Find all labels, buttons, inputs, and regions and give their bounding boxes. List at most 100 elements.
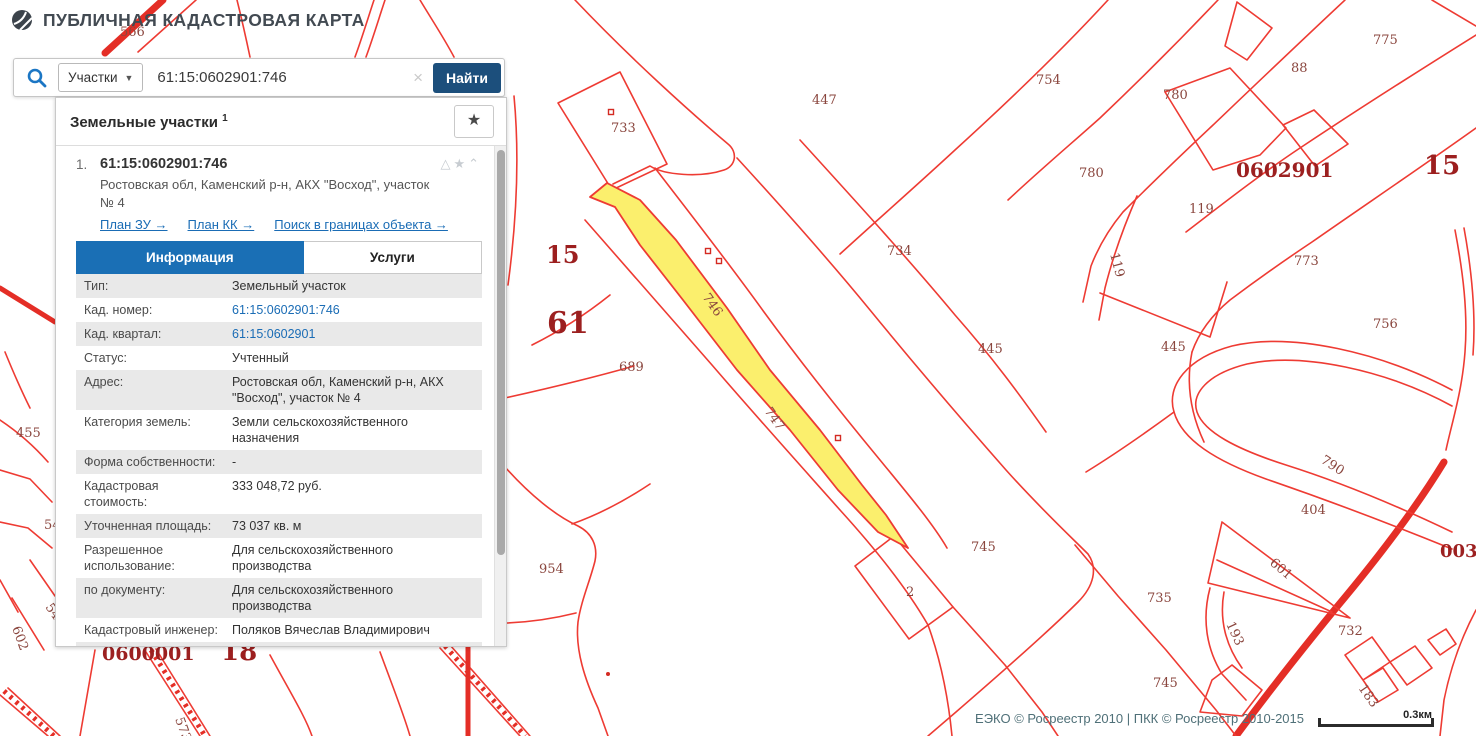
map-label: 0602901 (1236, 158, 1333, 182)
map-label: 732 (1338, 624, 1363, 639)
star-icon: ★ (467, 112, 481, 129)
info-row-value: Учтенный (232, 350, 474, 366)
info-row-label: Разрешенное использование: (84, 542, 232, 574)
info-row: Статус:Учтенный (76, 346, 482, 370)
scrollbar-thumb[interactable] (497, 150, 505, 555)
map-label: 455 (16, 426, 41, 441)
search-input[interactable] (143, 69, 403, 86)
parcel-point-marker (836, 436, 841, 441)
find-button[interactable]: Найти (433, 63, 501, 93)
road (0, 288, 55, 322)
map-label: 756 (1373, 317, 1398, 332)
map-label: 445 (978, 342, 1003, 357)
info-row-value: - (232, 454, 474, 470)
map-label: 88 (1291, 61, 1308, 76)
info-row: Тип:Земельный участок (76, 274, 482, 298)
search-bar: Участки ▼ × Найти (13, 58, 505, 97)
scrollbar-track[interactable] (494, 146, 506, 646)
info-row-label: Тип: (84, 278, 232, 294)
app-header: ПУБЛИЧНАЯ КАДАСТРОВАЯ КАРТА (10, 8, 365, 32)
map-label: 00301 (1440, 541, 1476, 562)
map-label: 602 (8, 624, 31, 652)
map-label: 404 (1301, 503, 1326, 518)
info-row: Кад. номер:61:15:0602901:746 (76, 298, 482, 322)
info-row-value: 333 048,72 руб. (232, 478, 474, 510)
pkk-logo-icon (10, 8, 34, 32)
map-label: 15 (546, 240, 579, 269)
star-icon[interactable]: ★ (453, 156, 468, 171)
app: 5667334477547808877578011911906029011577… (0, 0, 1476, 736)
result-count: 1 (222, 113, 228, 124)
map-label: 573 (171, 715, 194, 736)
info-row: Уточненная площадь:73 037 кв. м (76, 514, 482, 538)
map-label: 601 (1266, 556, 1295, 583)
map-label: 183 (1355, 682, 1382, 711)
result-link-1[interactable]: План КК → (188, 217, 255, 232)
info-row-label: Адрес: (84, 374, 232, 406)
map-label: 447 (812, 93, 837, 108)
map-label: 773 (1294, 254, 1319, 269)
info-row-value-link[interactable]: 61:15:0602901 (232, 326, 474, 342)
result-link-2[interactable]: Поиск в границах объекта → (274, 217, 448, 232)
info-row-label: Уточненная площадь: (84, 518, 232, 534)
info-row-value: Земли сельскохозяйственного назначения (232, 414, 474, 446)
result-address: Ростовская обл, Каменский р-н, АКХ "Восх… (100, 176, 430, 211)
info-row-value: Поляков Вячеслав Владимирович (232, 622, 474, 638)
map-label: 734 (887, 244, 912, 259)
scale-bar: 0.3км (1318, 711, 1434, 727)
scale-label: 0.3км (1403, 709, 1432, 721)
result-cadastral-number: 61:15:0602901:746 (100, 156, 440, 172)
result-card: 1. 61:15:0602901:746 △★⌃ Ростовская обл,… (56, 146, 506, 646)
panel-header: Земельные участки 1 ★ (56, 98, 506, 146)
map-label: 780 (1079, 166, 1104, 181)
map-label: 689 (619, 360, 644, 375)
info-row-value: Ростовская обл, Каменский р-н, АКХ "Восх… (232, 374, 474, 406)
results-panel: Земельные участки 1 ★ 1. 61:15:0602901:7… (55, 97, 507, 647)
collapse-icon[interactable]: ⌃ (468, 156, 482, 171)
info-row: Разрешенное использование:Для сельскохоз… (76, 538, 482, 578)
info-row-label: Кадастровый инженер: (84, 622, 232, 638)
map-label: 780 (1163, 88, 1188, 103)
chevron-down-icon: ▼ (125, 73, 134, 83)
triangle-icon[interactable]: △ (440, 156, 453, 171)
search-category-dropdown[interactable]: Участки ▼ (58, 63, 143, 92)
parcel-point-marker (717, 259, 722, 264)
map-label: 15 (1424, 151, 1460, 181)
map-label: 754 (1036, 73, 1061, 88)
map-label: 61 (547, 306, 589, 341)
info-row: Форма собственности:- (76, 450, 482, 474)
favorite-button[interactable]: ★ (454, 105, 494, 138)
info-row-label: Форма собственности: (84, 454, 232, 470)
info-row-value: 73 037 кв. м (232, 518, 474, 534)
info-row: Кад. квартал:61:15:0602901 (76, 322, 482, 346)
result-link-0[interactable]: План ЗУ → (100, 217, 168, 232)
panel-title: Земельные участки 1 (70, 113, 228, 131)
panel-body: 1. 61:15:0602901:746 △★⌃ Ростовская обл,… (56, 146, 506, 646)
info-row-label: Кад. квартал: (84, 326, 232, 342)
map-label: 119 (1189, 202, 1214, 217)
info-row-value-link[interactable]: 61:15:0602901:746 (232, 302, 474, 318)
info-row: Категория земель:Земли сельскохозяйствен… (76, 410, 482, 450)
map-label: 2 (906, 585, 914, 600)
parcel-dot-marker (606, 672, 610, 676)
map-label: 745 (1153, 676, 1178, 691)
clear-icon[interactable]: × (403, 68, 433, 88)
info-row-label: Категория земель: (84, 414, 232, 446)
tab-информация[interactable]: Информация (76, 241, 304, 274)
info-row-label: по документу: (84, 582, 232, 614)
map-label: 735 (1147, 591, 1172, 606)
map-label: 733 (611, 121, 636, 136)
parcel-point-marker (609, 110, 614, 115)
map-label: 445 (1161, 340, 1186, 355)
tab-услуги[interactable]: Услуги (304, 241, 482, 274)
parcel-point-marker (706, 249, 711, 254)
info-row-value: Для сельскохозяйственного производства (232, 542, 474, 574)
app-title: ПУБЛИЧНАЯ КАДАСТРОВАЯ КАРТА (43, 10, 365, 31)
result-links: План ЗУ → План КК → Поиск в границах объек… (100, 217, 482, 232)
road (1236, 462, 1444, 736)
info-row: по документу:Для сельскохозяйственного п… (76, 578, 482, 618)
info-row-label: Кадастровая стоимость: (84, 478, 232, 510)
info-row: Дата постановки на учет:01.11.2013 (76, 642, 482, 646)
info-row: Адрес:Ростовская обл, Каменский р-н, АКХ… (76, 370, 482, 410)
road (445, 646, 525, 736)
